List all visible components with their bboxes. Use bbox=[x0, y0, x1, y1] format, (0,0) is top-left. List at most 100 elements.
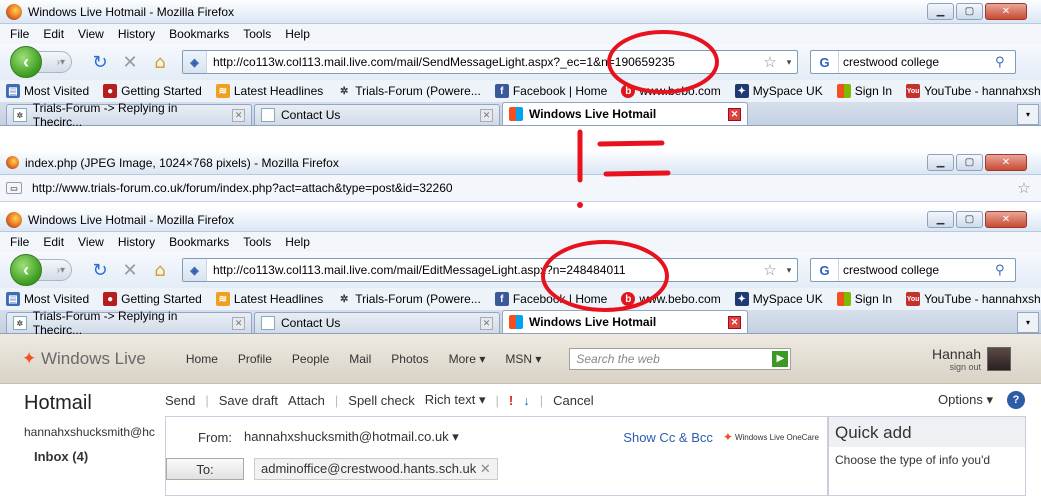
tab-close-icon[interactable]: ✕ bbox=[232, 108, 245, 122]
tab-close-icon[interactable]: ✕ bbox=[728, 107, 741, 121]
user-name[interactable]: Hannah bbox=[932, 346, 981, 362]
close-button[interactable]: ✕ bbox=[985, 211, 1027, 228]
search-input[interactable]: crestwood college bbox=[839, 55, 995, 69]
bookmark-bebo[interactable]: b www.bebo.com bbox=[621, 84, 721, 98]
menu-view[interactable]: View bbox=[78, 27, 104, 41]
google-icon[interactable]: G bbox=[811, 51, 839, 73]
tab-hotmail[interactable]: Windows Live Hotmail ✕ bbox=[502, 310, 748, 333]
reload-icon[interactable]: ↻ bbox=[88, 258, 112, 282]
menu-file[interactable]: File bbox=[10, 27, 29, 41]
url-text[interactable]: http://www.trials-forum.co.uk/forum/inde… bbox=[32, 181, 1013, 195]
bookmark-bebo[interactable]: b www.bebo.com bbox=[621, 292, 721, 306]
menu-edit[interactable]: Edit bbox=[43, 235, 64, 249]
menu-view[interactable]: View bbox=[78, 235, 104, 249]
maximize-button[interactable]: ▢ bbox=[956, 154, 983, 171]
bookmark-most-visited[interactable]: ▤ Most Visited bbox=[6, 84, 89, 98]
tab-trials-forum[interactable]: ✲ Trials-Forum -> Replying in Thecirc... ✕ bbox=[6, 101, 252, 126]
bookmark-getting-started[interactable]: ● Getting Started bbox=[103, 84, 202, 98]
menu-tools[interactable]: Tools bbox=[243, 27, 271, 41]
windows-live-logo[interactable]: ✦ Windows Live bbox=[22, 349, 146, 369]
remove-recipient-icon[interactable]: ✕ bbox=[480, 461, 491, 476]
search-box[interactable]: G crestwood college ⚲ bbox=[810, 258, 1016, 282]
tab-trials-forum[interactable]: ✲ Trials-Forum -> Replying in Thecirc... ✕ bbox=[6, 309, 252, 337]
url-dropdown-icon[interactable]: ▾ bbox=[781, 57, 797, 68]
menu-tools[interactable]: Tools bbox=[243, 235, 271, 249]
bookmark-most-visited[interactable]: ▤ Most Visited bbox=[6, 292, 89, 306]
menu-file[interactable]: File bbox=[10, 235, 29, 249]
options-menu[interactable]: Options ▾ bbox=[938, 392, 993, 408]
bookmark-star-icon[interactable]: ☆ bbox=[759, 261, 781, 279]
menu-history[interactable]: History bbox=[118, 235, 155, 249]
search-go-icon[interactable]: ▶ bbox=[772, 350, 789, 367]
maximize-button[interactable]: ▢ bbox=[956, 211, 983, 228]
nav-home[interactable]: Home bbox=[186, 352, 218, 366]
menu-edit[interactable]: Edit bbox=[43, 27, 64, 41]
bookmark-sign-in[interactable]: Sign In bbox=[836, 84, 892, 98]
high-importance-icon[interactable]: ! bbox=[509, 393, 513, 408]
bookmark-sign-in[interactable]: Sign In bbox=[836, 292, 892, 306]
search-icon[interactable]: ⚲ bbox=[995, 55, 1015, 70]
close-button[interactable]: ✕ bbox=[985, 154, 1027, 171]
url-dropdown-icon[interactable]: ▾ bbox=[781, 265, 797, 276]
tab-close-icon[interactable]: ✕ bbox=[232, 316, 245, 330]
user-menu[interactable]: Hannah sign out bbox=[932, 346, 1011, 372]
stop-icon[interactable]: ✕ bbox=[118, 50, 142, 74]
close-button[interactable]: ✕ bbox=[985, 3, 1027, 20]
web-search-input[interactable]: Search the web ▶ bbox=[569, 347, 792, 370]
menu-bookmarks[interactable]: Bookmarks bbox=[169, 27, 229, 41]
url-text[interactable]: http://co113w.col113.mail.live.com/mail/… bbox=[207, 55, 759, 69]
nav-photos[interactable]: Photos bbox=[391, 352, 428, 366]
bookmark-myspace[interactable]: ✦ MySpace UK bbox=[734, 292, 823, 306]
menu-bookmarks[interactable]: Bookmarks bbox=[169, 235, 229, 249]
cancel-button[interactable]: Cancel bbox=[553, 393, 593, 408]
avatar[interactable] bbox=[987, 346, 1011, 371]
back-button[interactable]: ‹ bbox=[10, 46, 42, 78]
url-bar[interactable]: ◈ http://co113w.col113.mail.live.com/mai… bbox=[182, 258, 798, 282]
search-input[interactable]: crestwood college bbox=[839, 263, 995, 277]
nav-more[interactable]: More ▾ bbox=[449, 352, 486, 366]
bookmark-facebook[interactable]: f Facebook | Home bbox=[494, 292, 607, 306]
minimize-button[interactable]: ▁ bbox=[927, 3, 954, 20]
tab-close-icon[interactable]: ✕ bbox=[480, 316, 493, 330]
attach-button[interactable]: Attach bbox=[288, 393, 325, 408]
menu-history[interactable]: History bbox=[118, 27, 155, 41]
tab-list-icon[interactable]: ▾ bbox=[1017, 312, 1039, 333]
bookmark-getting-started[interactable]: ● Getting Started bbox=[103, 292, 202, 306]
to-button[interactable]: To: bbox=[166, 458, 244, 480]
bookmark-trials-forum[interactable]: ✲ Trials-Forum (Powere... bbox=[337, 292, 481, 306]
back-button[interactable]: ‹ bbox=[10, 254, 42, 286]
bookmark-star-icon[interactable]: ☆ bbox=[759, 53, 781, 71]
bookmark-youtube[interactable]: You YouTube - hannahxsh... bbox=[906, 292, 1041, 306]
search-icon[interactable]: ⚲ bbox=[995, 263, 1015, 278]
nav-profile[interactable]: Profile bbox=[238, 352, 272, 366]
home-icon[interactable]: ⌂ bbox=[148, 50, 172, 74]
from-select[interactable]: hannahxshucksmith@hotmail.co.uk ▾ bbox=[244, 429, 459, 445]
stop-icon[interactable]: ✕ bbox=[118, 258, 142, 282]
tab-close-icon[interactable]: ✕ bbox=[728, 315, 741, 329]
bookmark-myspace[interactable]: ✦ MySpace UK bbox=[734, 84, 823, 98]
low-importance-icon[interactable]: ↓ bbox=[523, 393, 530, 408]
minimize-button[interactable]: ▁ bbox=[927, 154, 954, 171]
bookmark-trials-forum[interactable]: ✲ Trials-Forum (Powere... bbox=[337, 84, 481, 98]
bookmark-star-icon[interactable]: ☆ bbox=[1013, 179, 1035, 197]
nav-people[interactable]: People bbox=[292, 352, 329, 366]
show-cc-bcc-link[interactable]: Show Cc & Bcc bbox=[623, 430, 713, 445]
rich-text-dropdown[interactable]: Rich text ▾ bbox=[425, 392, 486, 408]
menu-help[interactable]: Help bbox=[285, 27, 310, 41]
search-box[interactable]: G crestwood college ⚲ bbox=[810, 50, 1016, 74]
minimize-button[interactable]: ▁ bbox=[927, 211, 954, 228]
tab-contact-us[interactable]: Contact Us ✕ bbox=[254, 312, 500, 333]
menu-help[interactable]: Help bbox=[285, 235, 310, 249]
sign-out-link[interactable]: sign out bbox=[932, 362, 981, 372]
help-icon[interactable]: ? bbox=[1007, 391, 1025, 409]
url-bar[interactable]: ◈ http://co113w.col113.mail.live.com/mai… bbox=[182, 50, 798, 74]
bookmark-youtube[interactable]: You YouTube - hannahxsh... bbox=[906, 84, 1041, 98]
bookmark-latest-headlines[interactable]: ≋ Latest Headlines bbox=[215, 292, 323, 306]
recipient-chip[interactable]: adminoffice@crestwood.hants.sch.uk ✕ bbox=[254, 458, 498, 480]
tab-close-icon[interactable]: ✕ bbox=[480, 108, 493, 122]
tab-list-icon[interactable]: ▾ bbox=[1017, 104, 1039, 125]
nav-msn[interactable]: MSN ▾ bbox=[505, 352, 541, 366]
bookmark-facebook[interactable]: f Facebook | Home bbox=[494, 84, 607, 98]
home-icon[interactable]: ⌂ bbox=[148, 258, 172, 282]
bookmark-latest-headlines[interactable]: ≋ Latest Headlines bbox=[215, 84, 323, 98]
